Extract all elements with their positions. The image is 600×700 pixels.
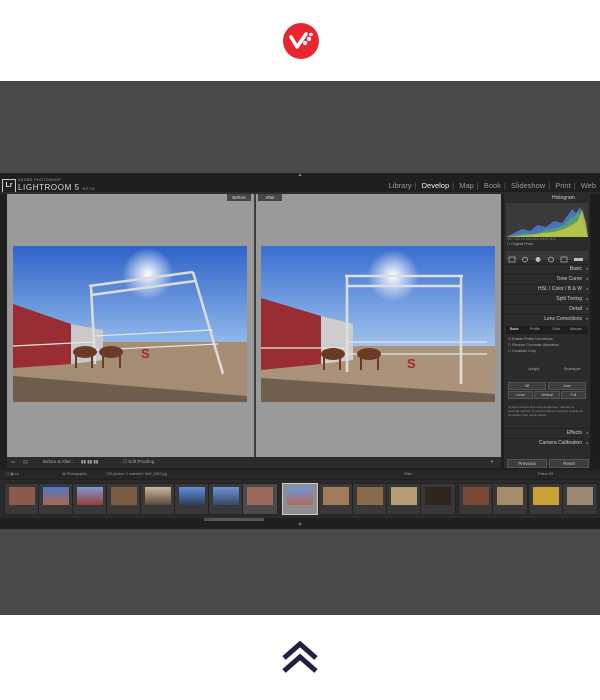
tab-color[interactable]: Color <box>552 327 560 331</box>
filmstrip-thumb[interactable]: · · · <box>38 483 74 515</box>
section-camera-calibration[interactable]: Camera Calibration ◂ <box>504 438 590 448</box>
upright-label: Upright <box>528 367 540 371</box>
reset-button[interactable]: Reset <box>549 459 589 468</box>
filmstrip-thumb[interactable]: · · · <box>140 483 176 515</box>
section-lens-corrections[interactable]: Lens Corrections ▾ <box>504 314 590 324</box>
filmstrip-thumb[interactable]: · · · <box>72 483 108 515</box>
upright-auto-button[interactable]: Auto <box>548 382 586 390</box>
filmstrip-count: 129 photos / 1 selected / IMG_6057.jpg <box>106 472 168 476</box>
svg-text:S: S <box>407 356 416 371</box>
upright-vertical-button[interactable]: Vertical <box>534 391 560 399</box>
lightroom-window: ▲ Lr ADOBE PHOTOSHOP LIGHTROOM 5 BETA Li… <box>0 173 600 529</box>
previous-button[interactable]: Previous <box>507 459 547 468</box>
filmstrip: · · · · · · · · · · · · · · · · · · · · … <box>0 480 600 518</box>
filmstrip-thumb[interactable]: · · · <box>174 483 210 515</box>
after-photo: S <box>261 246 495 402</box>
before-label: Before <box>227 194 251 201</box>
section-effects[interactable]: Effects ◂ <box>504 428 590 438</box>
section-basic[interactable]: Basic ◂ <box>504 264 590 274</box>
filmstrip-thumb[interactable]: · · · <box>562 483 598 515</box>
view-divider[interactable] <box>254 194 256 457</box>
filmstrip-thumb[interactable]: · · · <box>242 483 278 515</box>
brand-title: LIGHTROOM 5 BETA <box>18 183 96 192</box>
histogram-title: Histogram <box>552 195 575 201</box>
panel-toggle-bottom-icon[interactable]: ▼ <box>296 523 304 528</box>
section-detail[interactable]: Detail ◂ <box>504 304 590 314</box>
filmstrip-thumb[interactable]: · · · <box>458 483 494 515</box>
before-after-label: Before & After : <box>43 459 74 464</box>
module-library[interactable]: Library <box>389 181 412 190</box>
upright-off-button[interactable]: Off <box>508 382 546 390</box>
module-book[interactable]: Book <box>484 181 501 190</box>
develop-right-panel: Histogram ISO 100 16 MM f/14 1/400 SEC ☐… <box>504 194 590 457</box>
filmstrip-thumb[interactable]: · · · <box>386 483 422 515</box>
double-chevron-up-icon[interactable] <box>280 638 320 676</box>
svg-text:S: S <box>141 346 150 361</box>
module-print[interactable]: Print <box>555 181 570 190</box>
filmstrip-thumb[interactable]: · · · <box>352 483 388 515</box>
upright-note: Upright corrects lens and perspective. T… <box>508 405 584 417</box>
filmstrip-scrollbar[interactable] <box>204 518 264 521</box>
module-develop[interactable]: Develop <box>422 181 450 190</box>
before-after-mode-icons[interactable]: ▮▮ ▮▮ ▮▮ <box>81 459 98 465</box>
module-slideshow[interactable]: Slideshow <box>511 181 545 190</box>
filmstrip-thumb[interactable]: · · · <box>492 483 528 515</box>
panel-scrollbar[interactable] <box>590 194 600 457</box>
filmstrip-thumb[interactable]: · · · <box>528 483 564 515</box>
constrain-crop-checkbox[interactable]: ☐ Constrain Crop <box>508 349 536 353</box>
filmstrip-thumb-selected[interactable]: · · · <box>282 483 318 515</box>
filter-label: Filter : <box>404 472 414 476</box>
after-label: After <box>258 194 282 201</box>
lens-corrections-tabs: Basic Profile Color Manual <box>506 326 588 334</box>
previous-reset-bar: Previous Reset <box>504 457 590 468</box>
remove-ca-checkbox[interactable]: ☐ Remove Chromatic Aberration <box>508 343 559 347</box>
filters-off-select[interactable]: Filters Off <box>538 472 553 476</box>
filmstrip-thumb[interactable]: · · · <box>4 483 40 515</box>
section-split-toning[interactable]: Split Toning ◂ <box>504 294 590 304</box>
brand-logo-icon <box>282 22 320 60</box>
before-after-view-icon[interactable]: ▯▯ <box>23 459 28 465</box>
filmstrip-source[interactable]: All Photographs <box>62 472 87 476</box>
module-web[interactable]: Web <box>581 181 596 190</box>
section-tone-curve[interactable]: Tone Curve ◂ <box>504 274 590 284</box>
tab-profile[interactable]: Profile <box>530 327 540 331</box>
tab-manual[interactable]: Manual <box>570 327 581 331</box>
filmstrip-thumb[interactable]: · · · <box>208 483 244 515</box>
histogram-meta: ISO 100 16 MM f/14 1/400 SEC <box>507 237 557 241</box>
develop-toolbar: ▭ ▯▯ Before & After : ▮▮ ▮▮ ▮▮ ☐ Soft Pr… <box>7 457 501 468</box>
before-photo: S <box>13 246 247 402</box>
filmstrip-thumb[interactable]: · · · <box>420 483 456 515</box>
filmstrip-header: ▢ ▦ ◂ ▸ All Photographs 129 photos / 1 s… <box>0 470 600 479</box>
upright-full-button[interactable]: Full <box>561 391 586 399</box>
module-map[interactable]: Map <box>459 181 474 190</box>
filmstrip-thumb[interactable]: · · · <box>106 483 142 515</box>
soft-proofing-checkbox[interactable]: ☐ Soft Proofing <box>123 459 154 465</box>
section-hsl[interactable]: HSL / Color / B & W ◂ <box>504 284 590 294</box>
upright-level-button[interactable]: Level <box>508 391 533 399</box>
loupe-view-icon[interactable]: ▭ <box>11 459 15 465</box>
filmstrip-nav-icons[interactable]: ▢ ▦ ◂ ▸ <box>6 472 19 476</box>
brand-subtitle: ADOBE PHOTOSHOP <box>18 178 62 182</box>
module-picker: Library | Develop | Map | Book | Slideshow | … <box>388 181 596 190</box>
develop-tool-strip[interactable] <box>506 251 588 263</box>
lr-badge-icon: Lr <box>2 179 16 193</box>
filmstrip-thumb[interactable]: · · · <box>318 483 354 515</box>
histogram[interactable] <box>506 203 588 237</box>
original-photo-checkbox[interactable]: ☐ Original Photo <box>507 242 533 246</box>
reanalyze-button[interactable]: Reanalyze <box>564 367 581 371</box>
app-header: Lr ADOBE PHOTOSHOP LIGHTROOM 5 BETA Libr… <box>0 175 600 193</box>
toolbar-menu-icon[interactable]: ▾ <box>491 459 493 465</box>
tab-basic[interactable]: Basic <box>510 327 519 331</box>
enable-profile-checkbox[interactable]: ☑ Enable Profile Corrections <box>508 337 553 341</box>
